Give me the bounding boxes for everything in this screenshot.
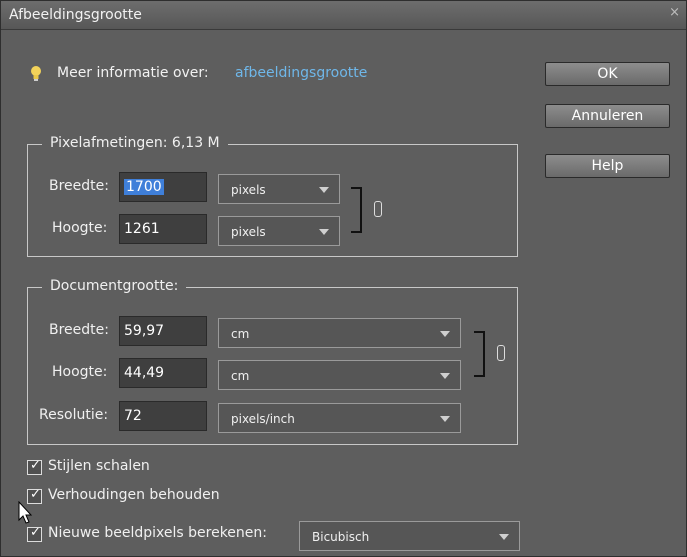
ok-button[interactable]: OK (545, 62, 670, 86)
chain-link-icon (374, 201, 382, 217)
lightbulb-icon (31, 66, 41, 81)
pixel-height-unit-select[interactable]: pixels (218, 216, 340, 246)
pixel-width-label: Breedte: (49, 178, 109, 194)
doc-height-unit-select[interactable]: cm (218, 360, 461, 390)
doc-width-input[interactable]: 59,97 (119, 316, 207, 346)
checkmark-icon: ✓ (30, 525, 41, 540)
chevron-down-icon (319, 187, 329, 193)
chevron-down-icon (440, 373, 450, 379)
cancel-button[interactable]: Annuleren (545, 104, 670, 128)
resolution-unit-select[interactable]: pixels/inch (218, 403, 461, 433)
image-size-dialog: Afbeeldingsgrootte × Meer informatie ove… (0, 0, 687, 557)
chevron-down-icon (319, 229, 329, 235)
resample-checkbox[interactable]: ✓ (27, 525, 42, 542)
resample-method-select[interactable]: Bicubisch (299, 521, 520, 551)
pixel-height-label: Hoogte: (52, 220, 108, 236)
chain-link-icon (497, 345, 505, 361)
help-button[interactable]: Help (545, 154, 670, 178)
pixel-height-input[interactable]: 1261 (119, 214, 207, 244)
chevron-down-icon (440, 331, 450, 337)
chevron-down-icon (440, 416, 450, 422)
resample-label[interactable]: Nieuwe beeldpixels berekenen: (48, 525, 267, 541)
pixel-dimensions-legend: Pixelafmetingen: 6,13 M (42, 135, 228, 151)
doc-height-label: Hoogte: (52, 364, 108, 380)
doc-width-label: Breedte: (49, 322, 109, 338)
checkmark-icon: ✓ (30, 458, 41, 473)
constrain-proportions-label[interactable]: Verhoudingen behouden (48, 487, 220, 503)
title-bar[interactable]: Afbeeldingsgrootte × (1, 1, 686, 30)
resolution-input[interactable]: 72 (119, 401, 207, 431)
info-link[interactable]: afbeeldingsgrootte (235, 65, 367, 81)
info-label: Meer informatie over: (57, 65, 209, 81)
resolution-label: Resolutie: (39, 407, 109, 423)
scale-styles-checkbox[interactable]: ✓ (27, 458, 42, 475)
pixel-width-unit-select[interactable]: pixels (218, 174, 340, 204)
doc-width-unit-select[interactable]: cm (218, 318, 461, 348)
close-icon[interactable]: × (669, 5, 680, 20)
checkmark-icon: ✓ (30, 487, 41, 502)
window-title: Afbeeldingsgrootte (9, 7, 142, 23)
doc-height-input[interactable]: 44,49 (119, 358, 207, 388)
link-bracket (474, 331, 485, 377)
pixel-width-input[interactable]: 1700 (119, 172, 207, 202)
link-bracket (351, 187, 362, 233)
chevron-down-icon (499, 534, 509, 540)
mouse-cursor-icon (18, 501, 33, 524)
document-size-legend: Documentgrootte: (42, 278, 187, 294)
scale-styles-label[interactable]: Stijlen schalen (48, 458, 150, 474)
